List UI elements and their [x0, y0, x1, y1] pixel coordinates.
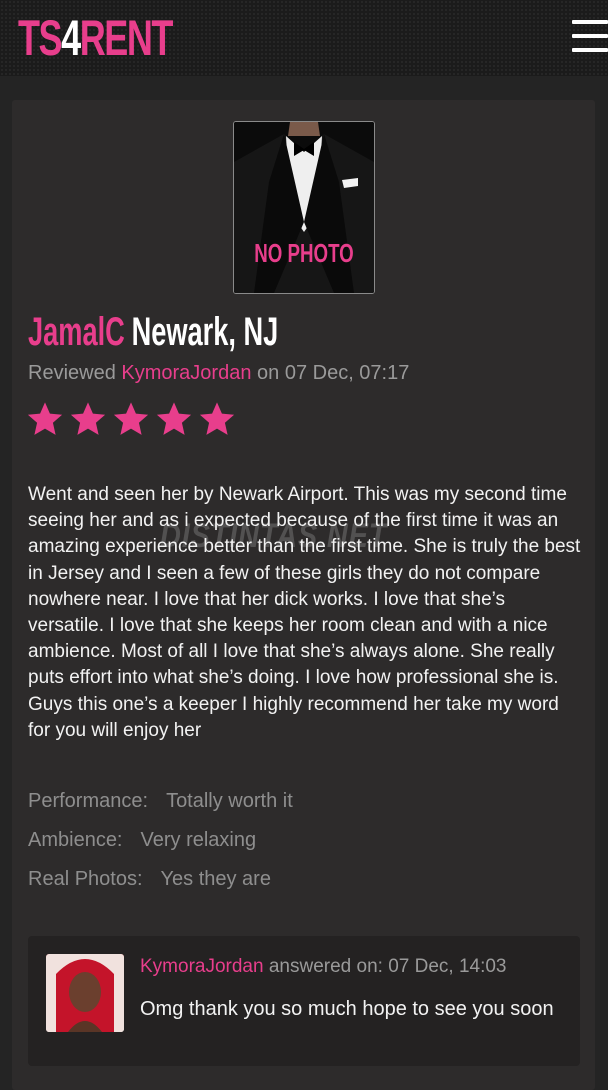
avatar[interactable]: [46, 954, 124, 1032]
reply-box: KymoraJordan answered on: 07 Dec, 14:03 …: [28, 936, 580, 1066]
attribute-label: Performance:: [28, 790, 149, 812]
site-logo[interactable]: TS4RENT: [18, 8, 174, 68]
star-icon: [156, 402, 192, 435]
attribute-ambience: Ambience: Very relaxing: [28, 829, 256, 852]
no-photo-placeholder: NO PHOTO: [233, 121, 375, 294]
no-photo-label: NO PHOTO: [254, 238, 354, 268]
logo-part-ts: TS: [18, 10, 63, 66]
attribute-value: Totally worth it: [166, 790, 293, 812]
attribute-label: Real Photos:: [28, 868, 143, 890]
logo-part-rent: RENT: [79, 10, 174, 66]
hamburger-menu-icon[interactable]: [572, 20, 608, 54]
reply-header: KymoraJordan answered on: 07 Dec, 14:03: [140, 956, 507, 978]
review-meta: Reviewed KymoraJordan on 07 Dec, 07:17: [28, 362, 409, 385]
review-location: Newark, NJ: [131, 310, 279, 354]
reviewed-label: Reviewed: [28, 362, 116, 384]
star-rating: [26, 400, 236, 438]
attribute-performance: Performance: Totally worth it: [28, 790, 293, 813]
attribute-value: Yes they are: [160, 868, 271, 890]
review-card: NO PHOTO JamalC Newark, NJ Reviewed Kymor…: [12, 100, 595, 1090]
attribute-value: Very relaxing: [140, 829, 257, 851]
attribute-label: Ambience:: [28, 829, 123, 851]
star-icon: [113, 402, 149, 435]
attribute-real-photos: Real Photos: Yes they are: [28, 868, 271, 891]
star-icon: [27, 402, 63, 435]
top-bar: TS4RENT: [0, 0, 608, 76]
reply-date: answered on: 07 Dec, 14:03: [268, 956, 507, 977]
reply-text: Omg thank you so much hope to see you so…: [140, 998, 554, 1020]
logo-part-4: 4: [61, 10, 81, 66]
reviewer-name-link[interactable]: JamalC: [28, 310, 125, 354]
avatar-icon: [46, 954, 124, 1032]
star-icon: [199, 402, 235, 435]
reply-author-link[interactable]: KymoraJordan: [140, 956, 264, 977]
watermark: DISTINTAS.NET: [160, 517, 388, 555]
reviewed-user-link[interactable]: KymoraJordan: [121, 362, 251, 384]
review-title: JamalC Newark, NJ: [28, 310, 278, 355]
reviewed-date: on 07 Dec, 07:17: [257, 362, 410, 384]
star-icon: [70, 402, 106, 435]
